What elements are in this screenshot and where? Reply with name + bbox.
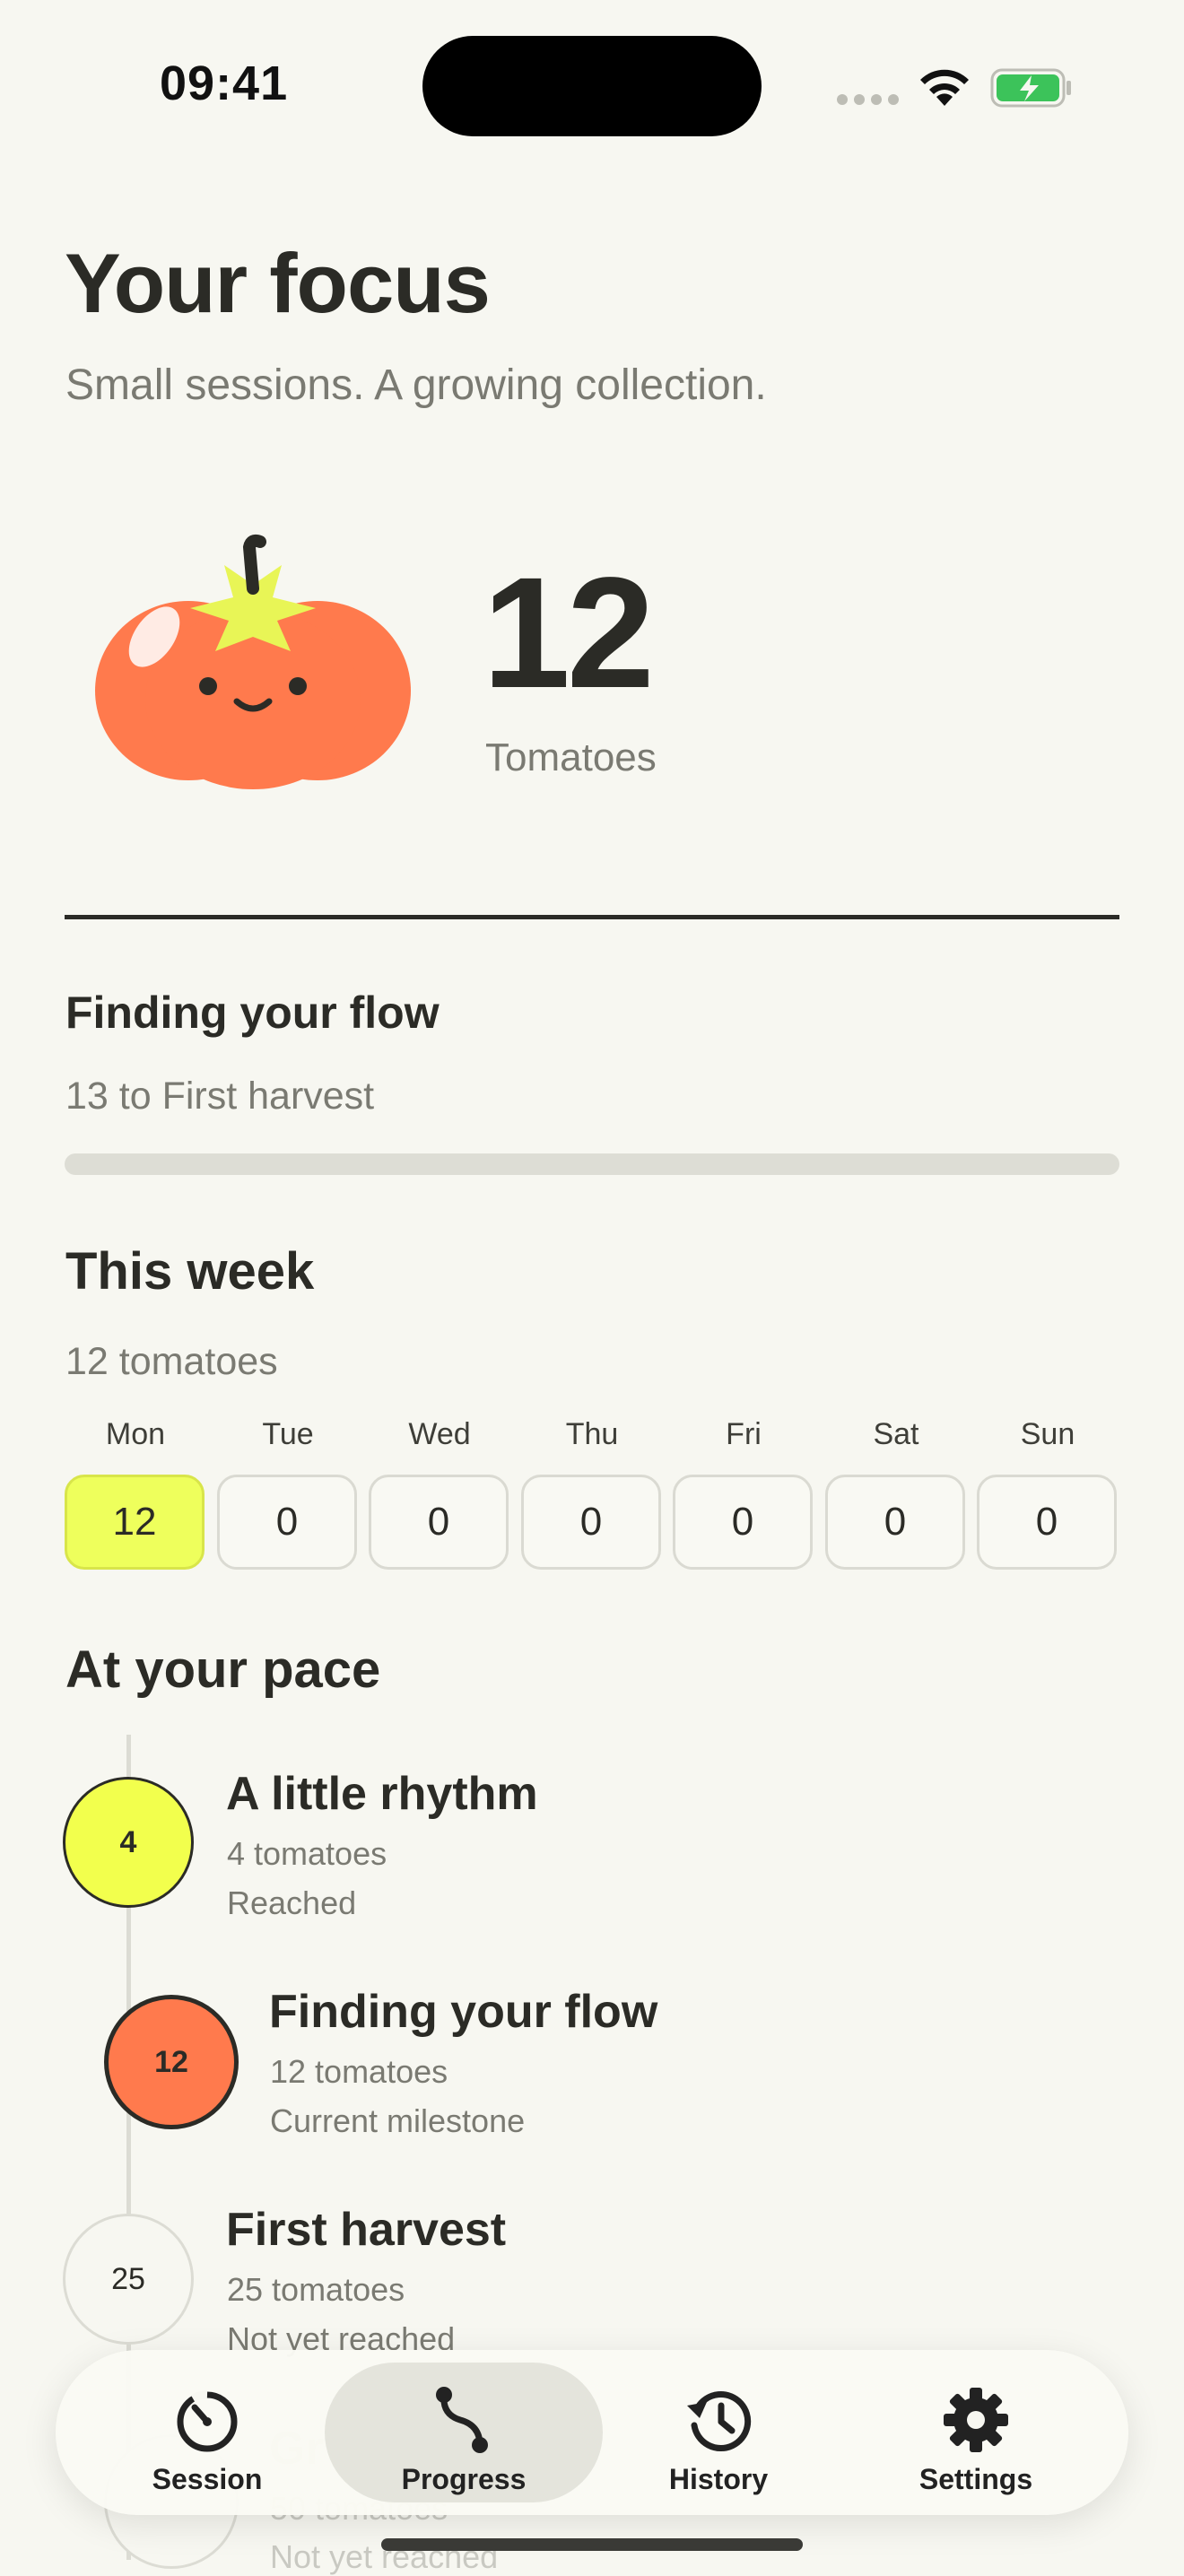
tomato-count: 12: [483, 545, 655, 721]
section-divider: [65, 915, 1119, 919]
gear-icon: [942, 2382, 1010, 2458]
week-total: 12 tomatoes: [65, 1340, 278, 1383]
day-count-wed: 0: [369, 1475, 509, 1570]
milestone-count: 25 tomatoes: [227, 2271, 405, 2308]
path-icon: [430, 2382, 498, 2458]
day-label-sat: Sat: [873, 1417, 919, 1451]
milestone-badge-reached: 4: [63, 1777, 194, 1908]
day-count-fri: 0: [673, 1475, 813, 1570]
day-count-sat: 0: [825, 1475, 965, 1570]
day-count-sun: 0: [977, 1475, 1117, 1570]
milestone-name: A little rhythm: [226, 1768, 538, 1820]
milestone-status: Reached: [227, 1884, 357, 1921]
milestone-count: 12 tomatoes: [270, 2053, 448, 2090]
tab-settings[interactable]: Settings: [850, 2363, 1101, 2502]
dynamic-island: [422, 36, 762, 136]
pace-title: At your pace: [65, 1640, 381, 1699]
home-indicator[interactable]: [381, 2538, 803, 2551]
tomato-count-label: Tomatoes: [485, 735, 657, 779]
timer-icon: [173, 2382, 241, 2458]
day-count-tue: 0: [217, 1475, 357, 1570]
day-label-mon: Mon: [105, 1417, 166, 1451]
tab-progress[interactable]: Progress: [325, 2363, 603, 2502]
tab-label: Session: [152, 2463, 263, 2495]
day-label-thu: Thu: [565, 1417, 619, 1451]
history-icon: [682, 2382, 755, 2458]
day-label-tue: Tue: [262, 1417, 314, 1451]
day-label-fri: Fri: [726, 1417, 762, 1451]
tab-history[interactable]: History: [593, 2363, 844, 2502]
tab-session[interactable]: Session: [82, 2363, 333, 2502]
tab-label: Settings: [918, 2463, 1033, 2495]
week-title: This week: [65, 1242, 315, 1301]
day-label-wed: Wed: [408, 1417, 471, 1451]
day-count-mon: 12: [65, 1475, 205, 1570]
battery-charging-icon: [990, 68, 1073, 112]
milestone-progress-bar: [65, 1153, 1119, 1175]
milestone-name: Finding your flow: [269, 1986, 658, 2038]
cellular-signal-icon: [837, 93, 905, 109]
page-title: Your focus: [65, 236, 491, 330]
milestone-remaining: 13 to First harvest: [65, 1075, 375, 1118]
milestone-count: 4 tomatoes: [227, 1835, 387, 1872]
tomato-mascot-icon: [90, 529, 416, 803]
milestone-status: Current milestone: [270, 2102, 526, 2139]
day-count-thu: 0: [521, 1475, 661, 1570]
milestone-badge-current: 12: [104, 1995, 239, 2129]
tab-label: History: [668, 2463, 769, 2495]
page-subtitle: Small sessions. A growing collection.: [65, 361, 767, 409]
milestone-title: Finding your flow: [65, 988, 440, 1038]
tab-label: Progress: [401, 2463, 527, 2495]
wifi-icon: [917, 66, 972, 112]
day-label-sun: Sun: [1020, 1417, 1075, 1451]
milestone-name: First harvest: [226, 2204, 507, 2256]
status-time: 09:41: [160, 57, 289, 110]
milestone-badge-upcoming: 25: [63, 2214, 194, 2345]
